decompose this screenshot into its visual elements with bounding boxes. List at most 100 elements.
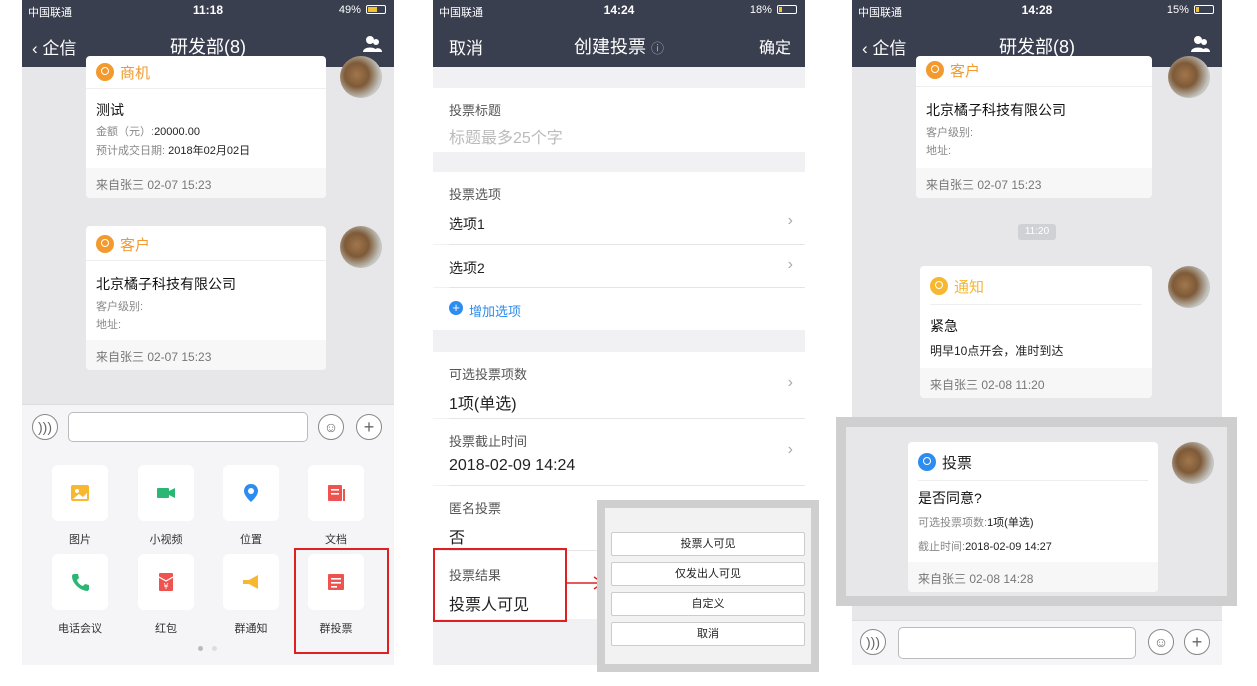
page-title: 创建投票 xyxy=(573,37,646,57)
emoji-button[interactable]: ☺ xyxy=(318,414,344,440)
customer-address: 地址: xyxy=(96,319,122,331)
location-icon xyxy=(244,484,258,502)
chevron-right-icon: › xyxy=(787,212,793,229)
customer-icon xyxy=(96,235,114,253)
avatar[interactable] xyxy=(1168,266,1210,308)
vote-message-highlight: 投票 是否同意? 可选投票项数:1项(单选) 截止时间:2018-02-09 1… xyxy=(836,417,1237,606)
opportunity-card[interactable]: 商机 测试 金额（元）:20000.00 预计成交日期: 2018年02月02日… xyxy=(86,56,326,198)
max-choices-value: 1项(单选) xyxy=(449,396,517,413)
battery-indicator: 18% xyxy=(750,4,797,16)
option-2-row[interactable]: 选项2 › xyxy=(433,245,805,287)
grid-item-video[interactable]: 小视频 xyxy=(138,465,194,547)
card-type-label: 客户 xyxy=(950,63,981,80)
avatar[interactable] xyxy=(1168,56,1210,98)
option-2: 选项2 xyxy=(449,260,485,276)
chevron-right-icon: › xyxy=(96,346,101,362)
highlight-box xyxy=(294,548,389,654)
svg-text:¥: ¥ xyxy=(163,582,168,591)
battery-percent: 15% xyxy=(1166,4,1189,16)
custom-option[interactable]: 自定义 xyxy=(611,592,805,616)
megaphone-icon xyxy=(243,575,258,589)
vote-result-action-sheet: 投票人可见 仅发出人可见 自定义 取消 xyxy=(597,500,819,672)
grid-item-label: 红包 xyxy=(155,623,177,635)
chevron-right-icon: › xyxy=(926,174,931,190)
grid-item-conference-call[interactable]: 电话会议 xyxy=(52,554,108,636)
status-bar: 中国联通 11:18 49% xyxy=(22,0,394,20)
page-dot xyxy=(212,646,217,651)
red-packet-icon: ¥ xyxy=(158,573,174,591)
option-1[interactable]: 选项1 xyxy=(449,214,485,234)
opportunity-amount: 金额（元）:20000.00 xyxy=(96,126,200,138)
customer-icon xyxy=(926,61,944,79)
card-footer[interactable]: 来自张三 02-07 15:23 › xyxy=(86,168,326,198)
grid-item-image[interactable]: 图片 xyxy=(52,465,108,547)
max-choices-row[interactable]: 可选投票项数 1项(单选) › xyxy=(433,352,805,418)
visible-to-sender-option[interactable]: 仅发出人可见 xyxy=(611,562,805,586)
customer-name: 北京橘子科技有限公司 xyxy=(96,276,236,292)
grid-item-location[interactable]: 位置 xyxy=(223,465,279,547)
card-footer[interactable]: 来自张三 02-07 15:23 › xyxy=(86,340,326,370)
vote-card[interactable]: 投票 是否同意? 可选投票项数:1项(单选) 截止时间:2018-02-09 1… xyxy=(908,442,1158,592)
field-label: 投票标题 xyxy=(449,103,502,118)
card-type: 客户 xyxy=(96,234,150,255)
battery-indicator: 15% xyxy=(1167,4,1214,16)
group-members-icon[interactable] xyxy=(1190,35,1210,53)
notice-icon xyxy=(930,277,948,295)
confirm-button[interactable]: 确定 xyxy=(759,34,791,58)
chevron-right-icon: › xyxy=(918,568,923,584)
status-bar: 中国联通 14:28 15% xyxy=(852,0,1222,20)
chevron-right-icon: › xyxy=(96,174,101,190)
visible-to-voters-option[interactable]: 投票人可见 xyxy=(611,532,805,556)
customer-card[interactable]: 客户 北京橘子科技有限公司 客户级别: 地址: 来自张三 02-07 15:23… xyxy=(86,226,326,370)
avatar[interactable] xyxy=(1172,442,1214,484)
phone-icon xyxy=(72,574,89,591)
message-input[interactable] xyxy=(898,627,1136,659)
card-footer[interactable]: 来自张三 02-08 11:20 › xyxy=(920,368,1152,398)
cancel-option[interactable]: 取消 xyxy=(611,622,805,646)
input-bar: ))) ☺ + xyxy=(22,404,394,448)
voice-button[interactable]: ))) xyxy=(32,414,58,440)
chevron-right-icon: › xyxy=(787,256,793,273)
document-icon xyxy=(328,485,345,501)
notice-card[interactable]: 通知 紧急 明早10点开会，准时到达 来自张三 02-08 11:20 › xyxy=(920,266,1152,398)
group-members-icon[interactable] xyxy=(362,35,382,53)
vote-question: 是否同意? xyxy=(918,490,982,506)
vote-title-input[interactable]: 标题最多25个字 xyxy=(449,124,563,148)
status-bar: 中国联通 14:24 18% xyxy=(433,0,805,20)
avatar[interactable] xyxy=(340,56,382,98)
battery-percent: 49% xyxy=(338,4,361,16)
add-option-button[interactable]: + 增加选项 xyxy=(433,288,805,330)
emoji-button[interactable]: ☺ xyxy=(1148,629,1174,655)
customer-name: 北京橘子科技有限公司 xyxy=(926,102,1066,118)
customer-level: 客户级别: xyxy=(926,127,974,139)
grid-item-label: 文档 xyxy=(325,534,347,546)
more-button[interactable]: + xyxy=(1184,629,1210,655)
card-footer[interactable]: 来自张三 02-08 14:28 › xyxy=(908,562,1158,592)
chevron-right-icon: › xyxy=(787,374,793,391)
customer-card[interactable]: 客户 北京橘子科技有限公司 客户级别: 地址: 来自张三 02-07 15:23… xyxy=(916,56,1152,198)
card-type: 商机 xyxy=(96,62,150,83)
grid-item-group-notice[interactable]: 群通知 xyxy=(223,554,279,636)
grid-item-label: 图片 xyxy=(69,534,91,546)
field-label: 匿名投票 xyxy=(449,501,502,516)
create-vote-nav-bar: 取消 创建投票 ⓘ 确定 xyxy=(433,20,805,67)
card-footer[interactable]: 来自张三 02-07 15:23 › xyxy=(916,168,1152,198)
grid-item-red-packet[interactable]: ¥ 红包 xyxy=(138,554,194,636)
battery-indicator: 49% xyxy=(339,4,386,16)
vote-choices: 可选投票项数:1项(单选) xyxy=(918,517,1034,529)
voice-button[interactable]: ))) xyxy=(860,629,886,655)
more-button[interactable]: + xyxy=(356,414,382,440)
avatar[interactable] xyxy=(340,226,382,268)
deadline-row[interactable]: 投票截止时间 2018-02-09 14:24 › xyxy=(433,419,805,485)
opportunity-date: 预计成交日期: 2018年02月02日 xyxy=(96,145,251,157)
chevron-right-icon: › xyxy=(787,441,793,458)
chevron-right-icon: › xyxy=(930,374,935,390)
battery-icon xyxy=(777,5,797,14)
vote-title-field[interactable]: 投票标题 标题最多25个字 xyxy=(433,88,805,152)
card-type-label: 客户 xyxy=(120,237,151,254)
highlight-box xyxy=(433,548,567,622)
field-label: 可选投票项数 xyxy=(449,367,528,382)
grid-item-document[interactable]: 文档 xyxy=(308,465,364,547)
message-input[interactable] xyxy=(68,412,308,442)
help-icon[interactable]: ⓘ xyxy=(651,41,664,56)
